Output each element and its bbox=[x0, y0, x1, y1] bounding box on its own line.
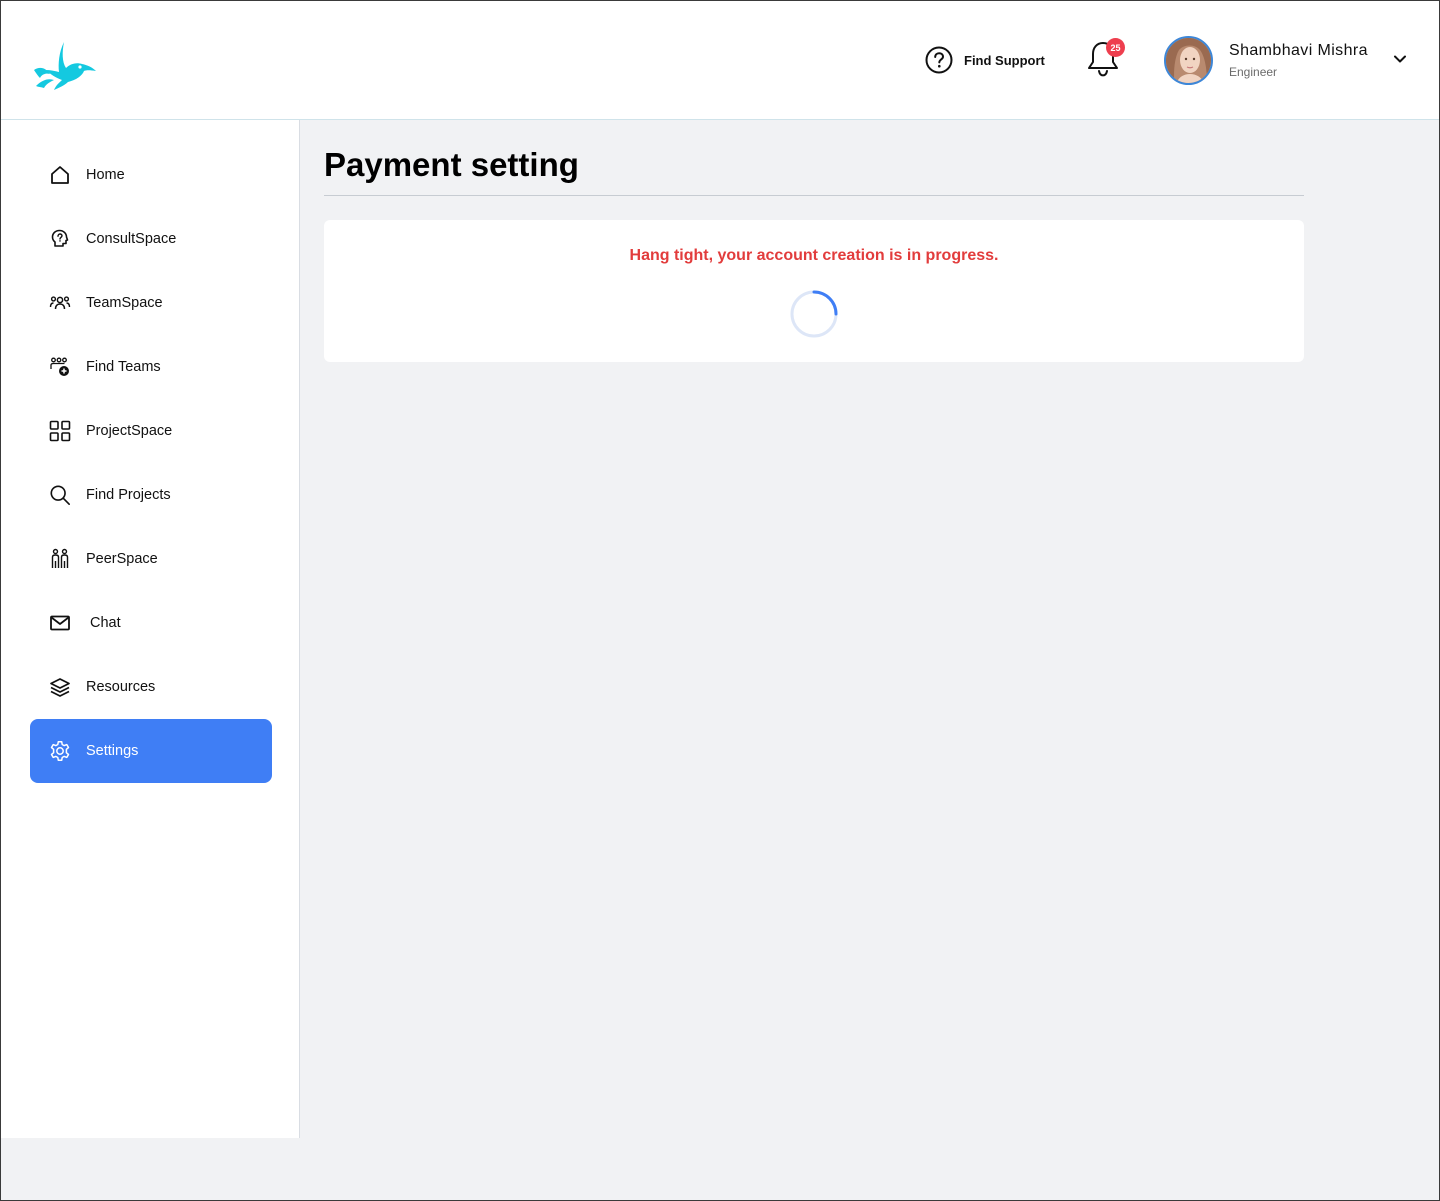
search-icon bbox=[49, 484, 71, 506]
payment-status-card: Hang tight, your account creation is in … bbox=[324, 220, 1304, 362]
sidebar-item-home[interactable]: Home bbox=[30, 143, 272, 207]
sidebar-item-teamspace[interactable]: TeamSpace bbox=[30, 271, 272, 335]
sidebar-nav: Home ConsultSpace TeamSpace Find Teams P… bbox=[0, 120, 300, 1138]
home-icon bbox=[49, 164, 71, 186]
loading-spinner-icon bbox=[789, 289, 839, 339]
sidebar-item-label: TeamSpace bbox=[86, 295, 163, 311]
notification-count-badge: 25 bbox=[1106, 38, 1125, 57]
sidebar-item-label: Find Teams bbox=[86, 359, 161, 375]
sidebar-item-find-teams[interactable]: Find Teams bbox=[30, 335, 272, 399]
hummingbird-logo-icon[interactable] bbox=[32, 40, 98, 92]
sidebar-item-resources[interactable]: Resources bbox=[30, 655, 272, 719]
user-profile-menu[interactable]: Shambhavi Mishra Engineer bbox=[1164, 35, 1414, 85]
sidebar-item-label: Resources bbox=[86, 679, 156, 695]
find-support-link[interactable]: Find Support bbox=[924, 44, 1045, 76]
lightbulb-icon bbox=[49, 228, 71, 250]
find-team-icon bbox=[49, 356, 71, 378]
sidebar-item-peerspace[interactable]: PeerSpace bbox=[30, 527, 272, 591]
notifications-button[interactable]: 25 bbox=[1084, 38, 1125, 80]
mail-icon bbox=[49, 612, 71, 634]
sidebar-item-label: ProjectSpace bbox=[86, 423, 173, 439]
sidebar-item-label: PeerSpace bbox=[86, 551, 158, 567]
sidebar-item-consultspace[interactable]: ConsultSpace bbox=[30, 207, 272, 271]
status-message: Hang tight, your account creation is in … bbox=[629, 247, 999, 264]
layers-icon bbox=[49, 676, 71, 698]
peers-icon bbox=[49, 548, 71, 570]
sidebar-item-label: Home bbox=[86, 167, 125, 183]
sidebar-item-label: Chat bbox=[90, 615, 121, 631]
grid-icon bbox=[49, 420, 71, 442]
chevron-down-icon[interactable] bbox=[1392, 51, 1408, 67]
user-role: Engineer bbox=[1229, 64, 1278, 79]
sidebar-item-chat[interactable]: Chat bbox=[30, 591, 272, 655]
sidebar-item-find-projects[interactable]: Find Projects bbox=[30, 463, 272, 527]
team-icon bbox=[49, 292, 71, 314]
gear-icon bbox=[49, 740, 71, 762]
avatar bbox=[1164, 35, 1213, 85]
sidebar-item-settings[interactable]: Settings bbox=[30, 719, 272, 783]
title-divider bbox=[324, 195, 1304, 196]
sidebar-item-label: Find Projects bbox=[86, 487, 171, 503]
sidebar-item-label: Settings bbox=[86, 743, 139, 759]
page-title: Payment setting bbox=[324, 146, 579, 183]
find-support-label: Find Support bbox=[964, 52, 1045, 68]
sidebar-item-projectspace[interactable]: ProjectSpace bbox=[30, 399, 272, 463]
question-circle-icon bbox=[924, 45, 954, 75]
user-name: Shambhavi Mishra bbox=[1229, 41, 1368, 59]
top-header: Find Support 25 Shambhavi Mishra Enginee… bbox=[0, 0, 1440, 120]
sidebar-item-label: ConsultSpace bbox=[86, 231, 177, 247]
